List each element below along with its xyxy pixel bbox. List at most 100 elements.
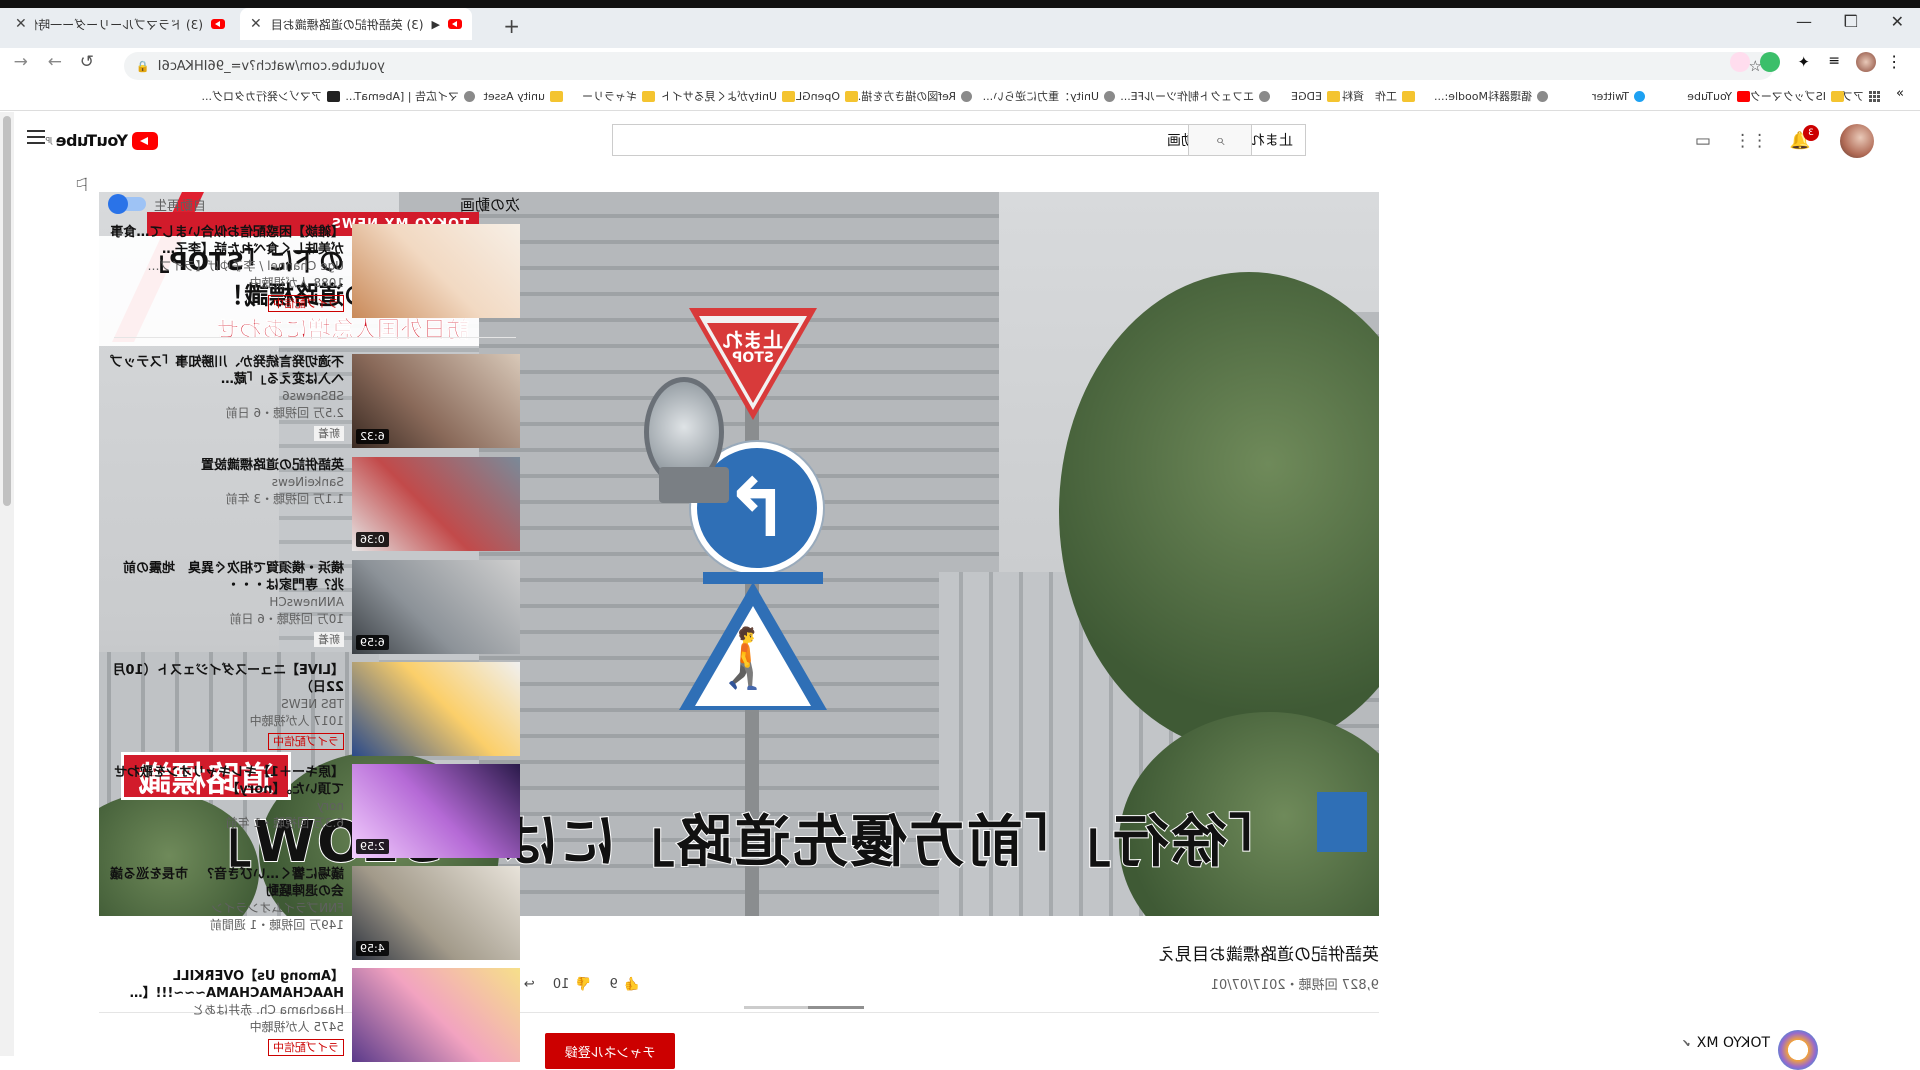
menu-dots-icon[interactable]: ⋮ xyxy=(1886,52,1902,71)
bookmark-item[interactable]: 循環器科Moodle:... xyxy=(1434,86,1548,106)
new-tab-icon[interactable]: + xyxy=(503,14,520,38)
folder-icon xyxy=(782,90,795,102)
channel-name-row[interactable]: TOKYO MX ✔ xyxy=(1682,1035,1770,1051)
extension-puzzle-icon[interactable]: ✦ xyxy=(1797,53,1810,71)
up-next-title: 【雑談】困惑配信お似合いまして…食事が美味しく食べれた話【李子… xyxy=(110,225,344,257)
up-next-views: 1.1万 回視聴・3 年前 xyxy=(225,492,344,506)
channel-avatar[interactable] xyxy=(1778,1030,1818,1070)
mirror-bracket xyxy=(659,467,729,503)
folder-icon xyxy=(642,90,655,102)
up-next-item[interactable]: 【Among Us】OVERKILL HAACHAMACHAMA~~~!!!【…… xyxy=(110,968,520,1064)
search-icon: ⌕ xyxy=(1215,130,1225,149)
channel-name[interactable]: TOKYO MX xyxy=(1697,1035,1770,1051)
folder-icon xyxy=(845,90,858,102)
folder-icon xyxy=(1327,90,1340,102)
bookmark-item[interactable]: マイ広告 | [AbemaT... xyxy=(345,86,475,106)
forward-icon[interactable]: → xyxy=(48,52,62,72)
video-thumbnail[interactable]: 4:59 xyxy=(352,866,520,960)
scrollbar-thumb[interactable] xyxy=(3,116,11,506)
tab-title: (3) ドラマブルーリーダー一時停止標… xyxy=(35,17,203,32)
bookmark-item[interactable]: ISブックマーク xyxy=(1750,86,1844,106)
bookmark-item[interactable]: アマゾン発行カタログ... xyxy=(202,86,340,106)
like-button[interactable]: 👍 9 xyxy=(610,977,640,992)
omnibox[interactable]: 🔒 youtube.com/watch?v=_96IHKAc6I ☆ xyxy=(124,52,1774,80)
youtube-play-icon xyxy=(132,131,158,150)
video-meta: 9,827 回視聴・2017/07/01 xyxy=(1210,978,1379,993)
dislike-ratio-bar xyxy=(744,1006,808,1009)
video-thumbnail[interactable] xyxy=(352,968,520,1062)
apps-grid-icon[interactable]: ⋮⋮ xyxy=(1734,129,1768,153)
audio-icon: ◀ xyxy=(431,17,440,31)
tab-active[interactable]: ◀ (3) 英語併記の道路標識お目見… ✕ xyxy=(240,8,472,40)
up-next-item[interactable]: 0:36 英語併記の道路標識設置 SankeiNews 1.1万 回視聴・3 年前 xyxy=(110,457,520,553)
up-next-title: 不適切発言続発か、川勝知事「ステップへ入は変える」「蔵… xyxy=(110,355,344,387)
video-thumbnail[interactable]: 0:36 xyxy=(352,457,520,551)
video-thumbnail[interactable] xyxy=(352,662,520,756)
bookmark-item[interactable]: Unity：重力に逆らい... xyxy=(983,86,1115,106)
youtube-icon xyxy=(1737,90,1750,102)
extension-green-icon[interactable] xyxy=(1760,52,1780,72)
minimize-icon[interactable]: — xyxy=(1796,12,1812,31)
up-next-views: 5475 人が視聴中 xyxy=(249,1020,344,1034)
create-video-icon[interactable]: ▭ xyxy=(1691,129,1715,153)
search-button[interactable]: ⌕ xyxy=(1188,124,1252,156)
up-next-views: 10万 回視聴・6 日前 xyxy=(229,612,344,626)
live-badge: ライブ配信中 xyxy=(268,733,344,750)
stop-sign-text: 止まれ STOP xyxy=(723,328,783,366)
extension-arrow-icon[interactable] xyxy=(1730,52,1750,72)
more-bookmarks-icon[interactable]: » xyxy=(1896,86,1904,101)
restore-icon[interactable]: ❐ xyxy=(1844,12,1858,31)
lock-icon: 🔒 xyxy=(136,59,150,73)
video-thumbnail[interactable]: 2:59 xyxy=(352,764,520,858)
up-next-title: 英語併記の道路標識設置 xyxy=(200,458,344,473)
bookmark-item[interactable]: YouTube xyxy=(1687,86,1750,106)
up-next-info: 英語併記の道路標識設置 SankeiNews 1.1万 回視聴・3 年前 xyxy=(110,457,344,553)
up-next-item[interactable]: 【LIVE】ニュースダイジェスト（10月22日） TBS NEWS 1017 人が視… xyxy=(110,662,520,758)
autoplay-control[interactable]: 自動再生 xyxy=(110,195,206,214)
youtube-favicon-icon xyxy=(448,19,462,29)
subscribe-button[interactable]: チャンネル登録 xyxy=(545,1033,675,1069)
bookmark-item[interactable]: EDGE xyxy=(1291,86,1340,106)
up-next-item[interactable]: 4:59 議場に響く…いびき音？ 市長を巡る議会の退陣騒動 FNNプライムオンライン… xyxy=(110,866,520,962)
thumb-down-icon: 👎 xyxy=(575,976,592,992)
crosswalk-sign-band xyxy=(703,572,823,584)
profile-avatar[interactable] xyxy=(1856,52,1876,72)
reload-icon[interactable]: ↻ xyxy=(80,52,94,72)
guide-menu-icon[interactable] xyxy=(27,130,45,144)
pedestrian-icon: 🚶 xyxy=(706,624,779,692)
bookmark-item[interactable]: Ref図の描き方を描... xyxy=(851,86,972,106)
bookmark-item[interactable]: 工作 資料 xyxy=(1342,86,1415,106)
up-next-item[interactable]: 2:59 【原キー＋1】キレキャリオンを歌わせて頂いた。【nory】 nory 6.3… xyxy=(110,764,520,860)
account-avatar[interactable] xyxy=(1840,124,1874,158)
duration-badge: 2:59 xyxy=(356,839,389,854)
bookmark-item[interactable]: ギャラリー xyxy=(582,86,655,106)
dislike-button[interactable]: 👎 10 xyxy=(553,977,592,992)
tab-inactive[interactable]: (3) ドラマブルーリーダー一時停止標… ✕ xyxy=(5,8,235,40)
up-next-channel: TBS NEWS xyxy=(281,697,344,711)
video-thumbnail[interactable]: 6:32 xyxy=(352,354,520,448)
bookmark-item[interactable]: OpenGL xyxy=(796,86,858,106)
up-next-title: 横浜・横須賀で相次ぐ異臭 地震の前兆？専門家は・・・ xyxy=(122,561,344,593)
bookmark-item[interactable]: unity Asset xyxy=(484,86,563,106)
video-thumbnail[interactable] xyxy=(352,224,520,318)
close-tab-icon[interactable]: ✕ xyxy=(15,16,27,32)
up-next-item[interactable]: 6:59 横浜・横須賀で相次ぐ異臭 地震の前兆？専門家は・・・ ANNnewsCH 1… xyxy=(110,560,520,656)
autoplay-toggle[interactable] xyxy=(110,197,146,211)
bookmark-item[interactable]: Unityがよく見るサイト xyxy=(661,86,795,106)
up-next-channel: Haachama Ch. 赤井はあと xyxy=(192,1003,344,1017)
url-text[interactable]: youtube.com/watch?v=_96IHKAc6I xyxy=(158,59,1741,74)
back-icon[interactable]: ← xyxy=(14,52,28,72)
bookmark-item[interactable]: エフェクト制作ツールFE... xyxy=(1120,86,1270,106)
reading-list-icon[interactable]: ≡ xyxy=(1828,53,1840,69)
bookmark-label: OpenGL xyxy=(795,89,840,103)
feedback-icon[interactable]: ⚐ xyxy=(74,175,90,196)
up-next-item[interactable]: 6:32 不適切発言続発か、川勝知事「ステップへ入は変える」「蔵… SBSnews6… xyxy=(110,354,520,450)
bookmark-item[interactable]: Twitter xyxy=(1592,86,1645,106)
duration-badge: 0:36 xyxy=(356,532,389,547)
youtube-logo[interactable]: YouTube JP xyxy=(46,131,158,150)
up-next-views: 1017 人が視聴中 xyxy=(249,714,344,728)
up-next-item[interactable]: 【雑談】困惑配信お似合いまして…食事が美味しく食べれた話【李子… Uge Chan… xyxy=(110,224,520,320)
video-thumbnail[interactable]: 6:59 xyxy=(352,560,520,654)
close-tab-icon[interactable]: ✕ xyxy=(250,16,262,32)
close-window-icon[interactable]: ✕ xyxy=(1891,12,1904,31)
